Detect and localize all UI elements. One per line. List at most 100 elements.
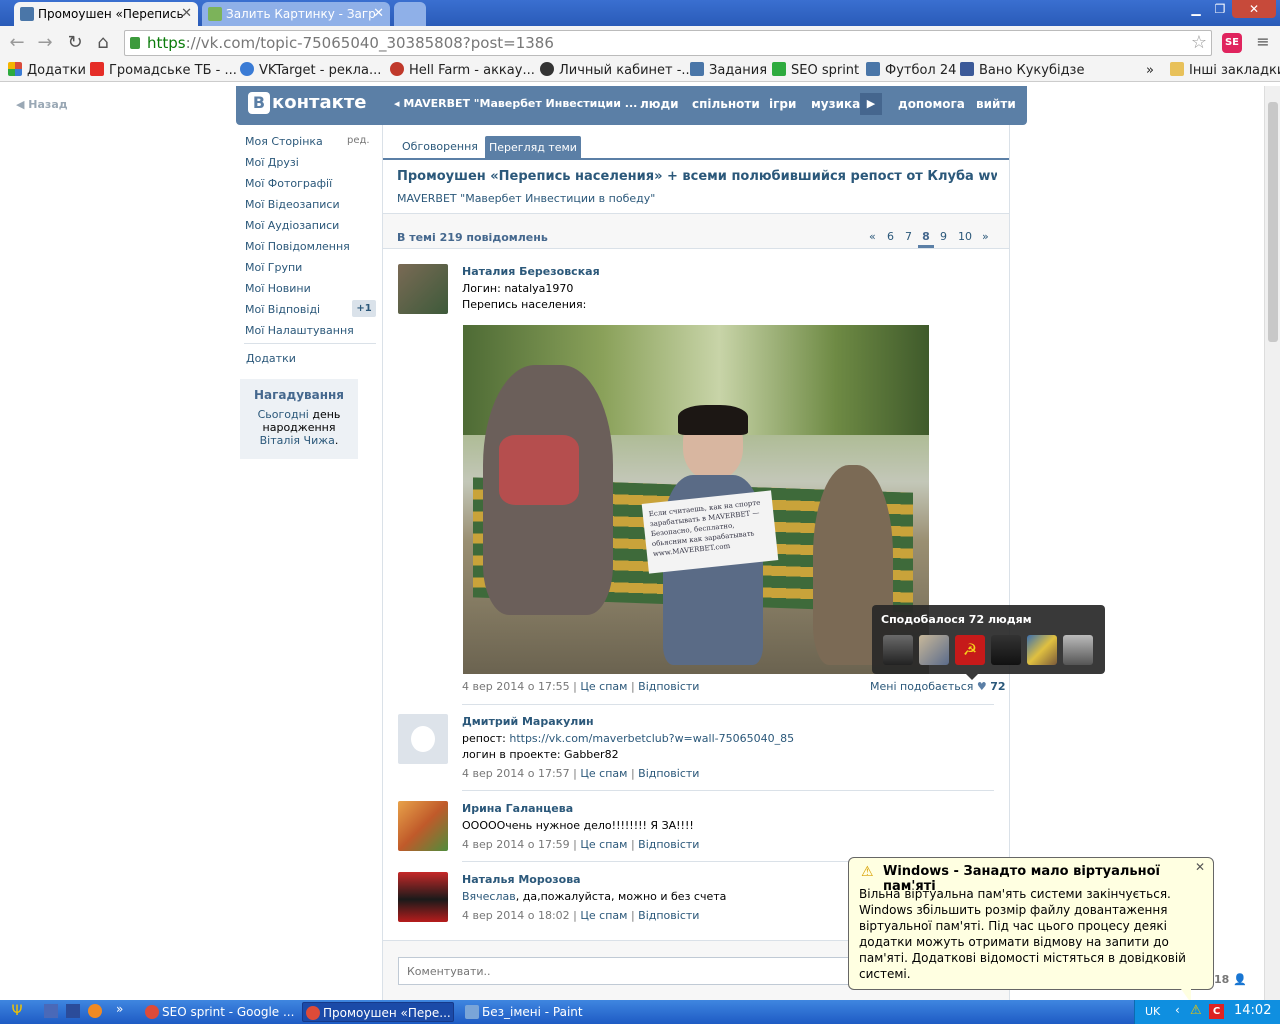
mention-link[interactable]: Вячеслав xyxy=(462,890,516,903)
edit-link[interactable]: ред. xyxy=(347,135,370,146)
star-icon[interactable]: ☆ xyxy=(1191,31,1207,55)
antivirus-icon[interactable]: C xyxy=(1209,1004,1224,1019)
tab-inactive[interactable]: Залить Картинку - Загр ✕ xyxy=(202,2,390,26)
avatar[interactable] xyxy=(398,264,448,314)
reply-link[interactable]: Відповісти xyxy=(638,909,699,922)
other-bookmarks[interactable]: Інші закладки xyxy=(1170,62,1280,80)
bookmark-item[interactable]: Футбол 24 xyxy=(866,62,956,80)
bookmark-item[interactable]: Задания xyxy=(690,62,767,80)
topic-group-link[interactable]: MAVERBET "Мавербет Инвестиции в победу" xyxy=(397,192,655,205)
sidebar-item-groups[interactable]: Мої Групи xyxy=(245,261,302,274)
seo-extension-icon[interactable]: SE xyxy=(1222,33,1242,53)
play-icon[interactable]: ▶ xyxy=(860,93,882,115)
page-7[interactable]: 7 xyxy=(905,230,912,243)
quicklaunch-icon[interactable] xyxy=(66,1004,80,1018)
reply-link[interactable]: Відповісти xyxy=(638,767,699,780)
sidebar-item-friends[interactable]: Мої Друзі xyxy=(245,156,299,169)
liker-avatar[interactable]: ☭ xyxy=(955,635,985,665)
quicklaunch-icon[interactable] xyxy=(88,1004,102,1018)
bookmark-item[interactable]: SEO sprint xyxy=(772,62,859,80)
repost-link[interactable]: https://vk.com/maverbetclub?w=wall-75065… xyxy=(509,732,794,745)
spam-link[interactable]: Це спам xyxy=(580,838,627,851)
close-window-icon[interactable]: ✕ xyxy=(1232,0,1276,18)
page-9[interactable]: 9 xyxy=(940,230,947,243)
page-6[interactable]: 6 xyxy=(887,230,894,243)
sidebar-item-apps[interactable]: Додатки xyxy=(246,352,296,365)
trident-icon[interactable]: Ψ xyxy=(6,1003,28,1021)
page-last[interactable]: » xyxy=(982,230,989,243)
sidebar-item-videos[interactable]: Мої Відеозаписи xyxy=(245,198,340,211)
page-10[interactable]: 10 xyxy=(958,230,972,243)
sidebar-item-news[interactable]: Мої Новини xyxy=(245,282,311,295)
online-count[interactable]: 18 👤 xyxy=(1214,973,1247,986)
menu-icon[interactable]: ≡ xyxy=(1254,32,1272,54)
bookmark-item[interactable]: Громадське ТБ - ... xyxy=(90,62,237,80)
minimize-icon[interactable]: ▁ xyxy=(1184,0,1208,18)
reminder-today-link[interactable]: Сьогодні xyxy=(258,408,309,421)
back-link[interactable]: ◀ Назад xyxy=(16,98,68,111)
tray-expand-icon[interactable]: ‹ xyxy=(1175,1003,1180,1017)
avatar[interactable] xyxy=(398,801,448,851)
nav-logout[interactable]: вийти xyxy=(976,97,1016,111)
post-date[interactable]: 4 вер 2014 о 17:57 xyxy=(462,767,570,780)
scrollbar-thumb[interactable] xyxy=(1268,102,1278,342)
close-icon[interactable]: ✕ xyxy=(181,2,192,26)
sidebar-item-photos[interactable]: Мої Фотографії xyxy=(245,177,332,190)
language-indicator[interactable]: UK xyxy=(1145,1005,1160,1018)
post-date[interactable]: 4 вер 2014 о 17:55 xyxy=(462,680,570,693)
spam-link[interactable]: Це спам xyxy=(580,909,627,922)
like-button[interactable]: Мені подобається ♥ 72 xyxy=(870,680,1006,693)
liker-avatar[interactable] xyxy=(1027,635,1057,665)
bookmark-item[interactable]: VKTarget - рекла... xyxy=(240,62,381,80)
restore-icon[interactable]: ❐ xyxy=(1208,0,1232,18)
bookmark-item[interactable]: Hell Farm - аккау... xyxy=(390,62,535,80)
nav-games[interactable]: ігри xyxy=(769,97,796,111)
bookmark-apps[interactable]: Додатки xyxy=(8,62,86,80)
post-photo[interactable]: Если считаешь, как на спорте зарабатыват… xyxy=(463,325,929,674)
liker-avatar[interactable] xyxy=(991,635,1021,665)
post-date[interactable]: 4 вер 2014 о 17:59 xyxy=(462,838,570,851)
scrollbar[interactable] xyxy=(1264,86,1280,1000)
liker-avatar[interactable] xyxy=(1063,635,1093,665)
reply-link[interactable]: Відповісти xyxy=(638,680,699,693)
comment-input[interactable] xyxy=(398,957,918,985)
back-arrow-icon[interactable]: ← xyxy=(6,32,28,54)
reply-link[interactable]: Відповісти xyxy=(638,838,699,851)
reload-icon[interactable]: ↻ xyxy=(64,32,86,54)
sidebar-item-audio[interactable]: Мої Аудіозаписи xyxy=(245,219,339,232)
sidebar-item-answers[interactable]: Мої Відповіді xyxy=(245,303,320,316)
warning-icon[interactable]: ⚠ xyxy=(1190,1003,1202,1018)
forward-arrow-icon[interactable]: → xyxy=(34,32,56,54)
nav-help[interactable]: допомога xyxy=(898,97,965,111)
header-group-link[interactable]: ◂ MAVERBET "Мавербет Инвестиции ... xyxy=(394,97,637,110)
post-author[interactable]: Ирина Галанцева xyxy=(462,802,573,815)
liker-avatar[interactable] xyxy=(883,635,913,665)
close-icon[interactable]: ✕ xyxy=(373,2,384,26)
avatar[interactable] xyxy=(398,714,448,764)
quicklaunch-more[interactable]: » xyxy=(116,1002,123,1016)
taskbar-item[interactable]: SEO sprint - Google ... xyxy=(142,1002,294,1022)
spam-link[interactable]: Це спам xyxy=(580,680,627,693)
page-first[interactable]: « xyxy=(869,230,876,243)
sidebar-item-settings[interactable]: Мої Налаштування xyxy=(245,324,354,337)
spam-link[interactable]: Це спам xyxy=(580,767,627,780)
reminder-name-link[interactable]: Віталія Чижа xyxy=(260,434,335,447)
taskbar-item[interactable]: Без_імені - Paint xyxy=(462,1002,622,1022)
vk-logo-icon[interactable]: В xyxy=(248,92,270,114)
sidebar-item-messages[interactable]: Мої Повідомлення xyxy=(245,240,350,253)
post-author[interactable]: Наталья Морозова xyxy=(462,873,581,886)
tab-active[interactable]: Промоушен «Перепись ✕ xyxy=(14,2,198,26)
post-author[interactable]: Наталия Березовская xyxy=(462,265,600,278)
post-author[interactable]: Дмитрий Маракулин xyxy=(462,715,594,728)
bookmarks-more-button[interactable]: » xyxy=(1146,62,1154,80)
close-icon[interactable]: ✕ xyxy=(1195,860,1205,874)
tab-view-topic[interactable]: Перегляд теми xyxy=(485,136,581,159)
vk-logo-text[interactable]: контакте xyxy=(272,92,366,113)
home-icon[interactable]: ⌂ xyxy=(92,32,114,54)
avatar[interactable] xyxy=(398,872,448,922)
taskbar-item-active[interactable]: Промоушен «Пере... xyxy=(302,1002,454,1022)
quicklaunch-icon[interactable] xyxy=(44,1004,58,1018)
bookmark-item[interactable]: Вано Кукубідзе xyxy=(960,62,1084,80)
bookmark-item[interactable]: Личный кабинет -... xyxy=(540,62,694,80)
sidebar-item-my-page[interactable]: Моя Сторінка xyxy=(245,135,323,148)
